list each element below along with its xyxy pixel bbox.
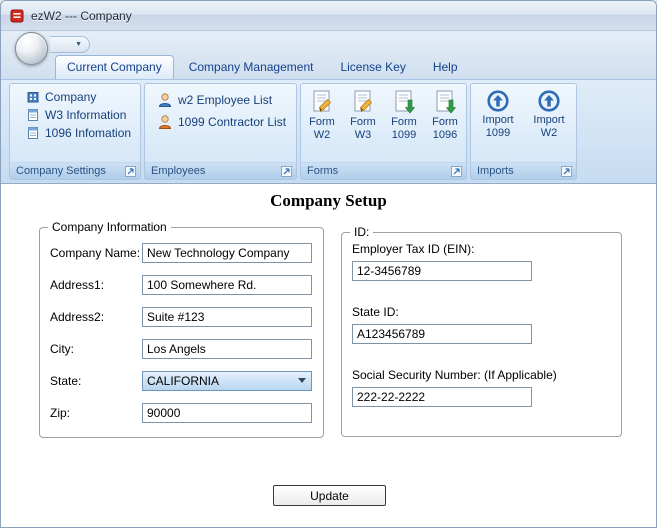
forms-launcher-icon[interactable] xyxy=(450,165,463,178)
import-1099-icon xyxy=(486,89,510,113)
ribbon-button-form-w3[interactable]: Form W3 xyxy=(343,86,383,162)
state-select-value: CALIFORNIA xyxy=(147,373,220,388)
ribbon-item-1099-contractor-list[interactable]: 1099 Contractor List xyxy=(153,110,296,132)
app-icon xyxy=(9,8,25,24)
ribbon-tab-bar: Current Company Company Management Licen… xyxy=(55,55,473,79)
city-row: City: xyxy=(50,338,323,359)
ribbon-button-form-1096[interactable]: Form 1096 xyxy=(425,86,465,162)
employees-launcher-icon[interactable] xyxy=(280,165,293,178)
address1-row: Address1: xyxy=(50,274,323,295)
ribbon-item-label: W3 Information xyxy=(45,108,127,122)
application-menu-button[interactable] xyxy=(15,32,48,65)
ein-label: Employer Tax ID (EIN): xyxy=(352,242,475,256)
group-caption-forms: Forms xyxy=(301,162,466,179)
ribbon-chrome: ▼ Current Company Company Management Lic… xyxy=(1,31,656,79)
address2-row: Address2: xyxy=(50,306,323,327)
form-w2-icon xyxy=(309,89,335,115)
ssn-label: Social Security Number: (If Applicable) xyxy=(352,368,557,382)
ribbon-item-w2-employee-list[interactable]: w2 Employee List xyxy=(153,88,296,110)
page-title: Company Setup xyxy=(270,191,387,210)
city-label: City: xyxy=(50,341,74,356)
contractor-icon xyxy=(157,114,173,130)
state-id-label: State ID: xyxy=(352,305,399,319)
company-name-label: Company Name: xyxy=(50,245,141,260)
import-w2-icon xyxy=(537,89,561,113)
ribbon-item-label: w2 Employee List xyxy=(178,93,273,107)
ribbon-item-label: Company xyxy=(45,90,97,104)
ribbon-button-import-1099[interactable]: Import 1099 xyxy=(474,86,522,162)
address2-label: Address2: xyxy=(50,309,105,324)
tab-license-key[interactable]: License Key xyxy=(328,55,417,79)
ribbon-group-forms: Form W2 Form W3 Form 1099 Form 1096 Form… xyxy=(300,83,467,180)
company-name-row: Company Name: xyxy=(50,242,323,263)
form-w3-icon xyxy=(350,89,376,115)
zip-row: Zip: xyxy=(50,402,323,423)
id-legend: ID: xyxy=(350,225,374,239)
state-label: State: xyxy=(50,373,82,388)
tab-company-management[interactable]: Company Management xyxy=(177,55,326,79)
ribbon-button-form-w2[interactable]: Form W2 xyxy=(302,86,342,162)
imports-launcher-icon[interactable] xyxy=(560,165,573,178)
tab-help[interactable]: Help xyxy=(421,55,470,79)
doc-1096-icon xyxy=(26,126,40,140)
group-caption-company-settings: Company Settings xyxy=(10,162,140,179)
form-1096-icon xyxy=(432,89,458,115)
id-groupbox: ID: Employer Tax ID (EIN): State ID: Soc… xyxy=(341,225,622,437)
company-setup-panel: Company Setup Company Information Compan… xyxy=(1,184,656,527)
form-1099-icon xyxy=(391,89,417,115)
qat-dropdown-icon[interactable]: ▼ xyxy=(75,41,82,48)
w3-information-icon xyxy=(26,108,40,122)
company-icon xyxy=(26,90,40,104)
group-caption-employees: Employees xyxy=(145,162,296,179)
group-caption-imports: Imports xyxy=(471,162,576,179)
w2-employee-icon xyxy=(157,92,173,108)
ssn-input[interactable] xyxy=(352,387,532,407)
quick-access-toolbar[interactable]: ▼ xyxy=(50,36,90,53)
city-input[interactable] xyxy=(142,338,312,359)
ribbon-item-label: 1096 Infomation xyxy=(45,126,132,140)
ribbon-button-import-w2[interactable]: Import W2 xyxy=(525,86,573,162)
window-title: ezW2 --- Company xyxy=(31,8,132,23)
ein-input[interactable] xyxy=(352,261,532,281)
ribbon-item-1096-information[interactable]: 1096 Infomation xyxy=(22,124,140,142)
tab-current-company[interactable]: Current Company xyxy=(55,55,174,79)
ribbon-item-company[interactable]: Company xyxy=(22,88,140,106)
ribbon-group-company-settings: Company W3 Information 1096 Infomation C… xyxy=(9,83,141,180)
zip-input[interactable] xyxy=(142,402,312,423)
company-name-input[interactable] xyxy=(142,242,312,263)
address1-label: Address1: xyxy=(50,277,105,292)
company-information-legend: Company Information xyxy=(48,220,171,234)
ribbon: Company W3 Information 1096 Infomation C… xyxy=(1,79,656,184)
ribbon-group-employees: w2 Employee List 1099 Contractor List Em… xyxy=(144,83,297,180)
address1-input[interactable] xyxy=(142,274,312,295)
state-dropdown-arrow-icon[interactable] xyxy=(298,378,306,383)
ribbon-button-form-1099[interactable]: Form 1099 xyxy=(384,86,424,162)
title-bar: ezW2 --- Company xyxy=(1,1,656,31)
address2-input[interactable] xyxy=(142,306,312,327)
ribbon-item-w3-information[interactable]: W3 Information xyxy=(22,106,140,124)
app-window: ezW2 --- Company ▼ Current Company Compa… xyxy=(0,0,657,528)
company-information-groupbox: Company Information Company Name: Addres… xyxy=(39,220,324,438)
zip-label: Zip: xyxy=(50,405,71,420)
update-button[interactable]: Update xyxy=(273,485,386,506)
state-row: State: CALIFORNIA xyxy=(50,370,323,391)
company-settings-launcher-icon[interactable] xyxy=(124,165,137,178)
ribbon-item-label: 1099 Contractor List xyxy=(178,115,287,129)
ribbon-group-imports: Import 1099 Import W2 Imports xyxy=(470,83,577,180)
state-id-input[interactable] xyxy=(352,324,532,344)
state-select[interactable]: CALIFORNIA xyxy=(142,370,312,391)
